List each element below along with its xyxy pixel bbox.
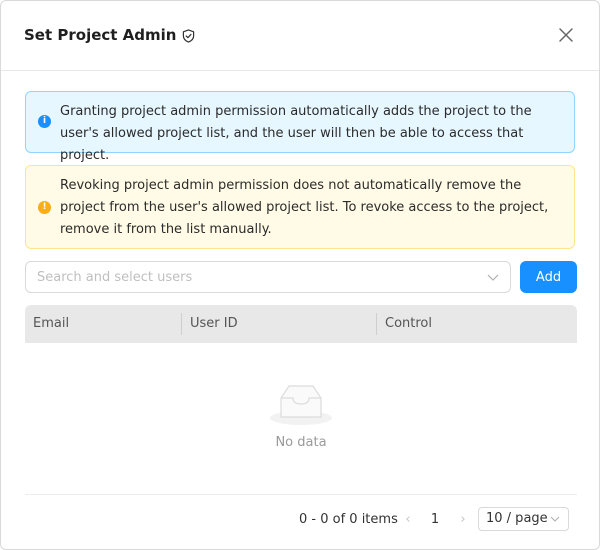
warning-alert: ! Revoking project admin permission does… (25, 165, 575, 249)
info-icon: i (38, 115, 51, 128)
column-header-user-id[interactable]: User ID (190, 305, 238, 343)
dialog-title-text: Set Project Admin (24, 26, 177, 44)
table-header: Email User ID Control (25, 305, 577, 343)
column-header-control[interactable]: Control (385, 305, 432, 343)
empty-state-text: No data (275, 435, 327, 450)
user-select[interactable] (25, 261, 511, 293)
column-divider (376, 313, 377, 335)
warning-alert-text: Revoking project admin permission does n… (60, 178, 549, 237)
page-size-value: 10 / page (486, 511, 548, 526)
column-header-email[interactable]: Email (33, 305, 69, 343)
set-project-admin-dialog: Set Project Admin i Granting project adm… (0, 0, 600, 550)
dialog-title: Set Project Admin (24, 26, 195, 44)
info-alert-text: Granting project admin permission automa… (60, 104, 532, 163)
user-search-input[interactable] (26, 269, 488, 285)
shield-check-icon (183, 28, 195, 43)
add-button[interactable]: Add (520, 261, 577, 293)
chevron-down-icon[interactable] (487, 272, 499, 282)
close-icon[interactable] (558, 27, 574, 43)
pagination-next-button[interactable]: › (456, 508, 470, 532)
warning-icon: ! (38, 201, 51, 214)
page-size-select[interactable]: 10 / page (478, 507, 569, 531)
pagination-prev-button[interactable]: ‹ (401, 508, 415, 532)
pagination-page-1[interactable]: 1 (426, 508, 444, 532)
column-divider (181, 313, 182, 335)
empty-inbox-icon (270, 385, 332, 425)
footer-divider (25, 494, 577, 495)
pagination-total: 0 - 0 of 0 items (299, 512, 398, 527)
info-alert: i Granting project admin permission auto… (25, 91, 575, 163)
chevron-down-icon (550, 516, 560, 522)
dialog-header: Set Project Admin (1, 1, 599, 71)
